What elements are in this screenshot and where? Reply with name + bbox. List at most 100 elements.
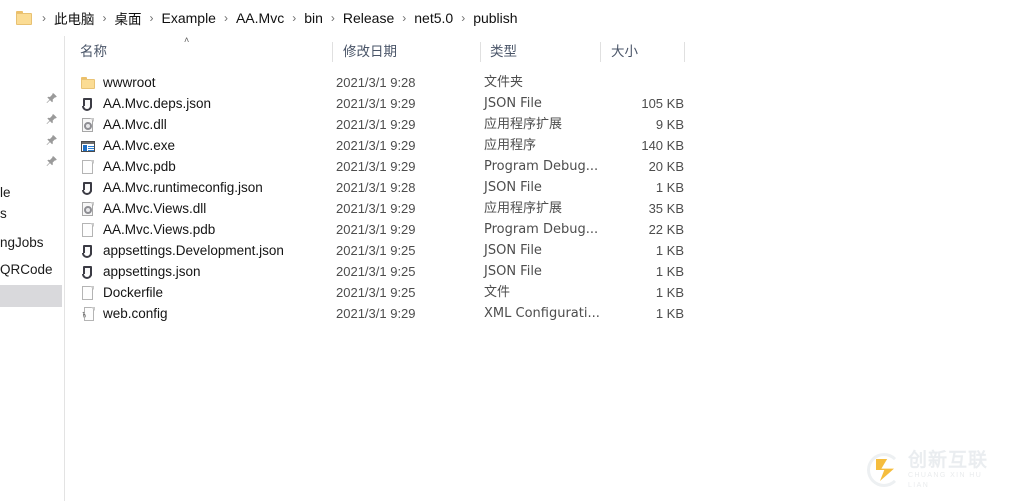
file-list: wwwroot 2021/3/1 9:28 文件夹 AA.Mvc.deps.js… <box>66 72 1015 324</box>
breadcrumb-separator: › <box>292 11 297 25</box>
watermark-logo: 创新互联 CHUANG XIN HU LIAN <box>867 449 1003 491</box>
sidebar-pinned-item[interactable] <box>0 109 64 130</box>
json-file-icon <box>80 96 96 112</box>
file-row[interactable]: AA.Mvc.Views.dll 2021/3/1 9:29 应用程序扩展 35… <box>66 198 1015 219</box>
file-row[interactable]: AA.Mvc.dll 2021/3/1 9:29 应用程序扩展 9 KB <box>66 114 1015 135</box>
file-name-cell[interactable]: AA.Mvc.Views.dll <box>80 198 206 219</box>
file-row[interactable]: AA.Mvc.runtimeconfig.json 2021/3/1 9:28 … <box>66 177 1015 198</box>
column-header-row: ˄ 名称 修改日期 类型 大小 <box>66 36 1015 68</box>
file-row[interactable]: AA.Mvc.Views.pdb 2021/3/1 9:29 Program D… <box>66 219 1015 240</box>
file-date-cell: 2021/3/1 9:29 <box>336 306 416 321</box>
file-size-cell: 140 KB <box>641 138 684 153</box>
json-file-icon <box>80 264 96 280</box>
file-name-label: appsettings.Development.json <box>103 243 284 258</box>
file-name-label: AA.Mvc.Views.pdb <box>103 222 216 237</box>
column-divider[interactable] <box>600 42 601 62</box>
file-size-cell: 1 KB <box>655 243 684 258</box>
file-type-cell: JSON File <box>484 243 542 258</box>
sidebar-pinned-item[interactable] <box>0 151 64 172</box>
file-name-cell[interactable]: AA.Mvc.dll <box>80 114 167 135</box>
file-size-cell: 1 KB <box>655 306 684 321</box>
breadcrumb-bar[interactable]: › 此电脑 › 桌面 › Example › AA.Mvc › bin › Re… <box>0 0 1015 36</box>
sidebar-item-clipped-4[interactable]: QRCode <box>0 259 64 280</box>
file-row[interactable]: Dockerfile 2021/3/1 9:25 文件 1 KB <box>66 282 1015 303</box>
file-date-cell: 2021/3/1 9:29 <box>336 117 416 132</box>
file-name-cell[interactable]: wwwroot <box>80 72 156 93</box>
file-type-cell: 应用程序 <box>484 138 537 153</box>
file-size-cell: 1 KB <box>655 285 684 300</box>
breadcrumb-item-this-pc[interactable]: 此电脑 <box>53 6 96 30</box>
folder-icon <box>80 75 96 91</box>
file-row[interactable]: AA.Mvc.pdb 2021/3/1 9:29 Program Debug..… <box>66 156 1015 177</box>
column-divider[interactable] <box>684 42 685 62</box>
file-name-label: AA.Mvc.dll <box>103 117 167 132</box>
file-size-cell: 20 KB <box>648 159 684 174</box>
watermark-title: 创新互联 <box>908 448 989 471</box>
breadcrumb-item-bin[interactable]: bin <box>303 8 324 28</box>
column-header-date-modified[interactable]: 修改日期 <box>343 36 397 68</box>
pin-icon <box>45 113 58 126</box>
file-row[interactable]: appsettings.Development.json 2021/3/1 9:… <box>66 240 1015 261</box>
file-name-cell[interactable]: appsettings.Development.json <box>80 240 284 261</box>
file-name-cell[interactable]: AA.Mvc.Views.pdb <box>80 219 215 240</box>
pin-icon <box>45 155 58 168</box>
sidebar-pinned-item[interactable] <box>0 130 64 151</box>
file-row[interactable]: wwwroot 2021/3/1 9:28 文件夹 <box>66 72 1015 93</box>
pin-icon <box>45 92 58 105</box>
file-name-label: AA.Mvc.deps.json <box>103 96 212 111</box>
watermark-text: 创新互联 CHUANG XIN HU LIAN <box>908 448 1003 491</box>
breadcrumb-separator: › <box>461 11 466 25</box>
file-size-cell: 105 KB <box>641 96 684 111</box>
file-size-cell: 35 KB <box>648 201 684 216</box>
column-header-name[interactable]: 名称 <box>80 36 107 68</box>
navigation-pane[interactable]: le s ngJobs QRCode <box>0 36 65 501</box>
json-file-icon <box>80 180 96 196</box>
file-date-cell: 2021/3/1 9:29 <box>336 222 416 237</box>
breadcrumb-item-publish[interactable]: publish <box>472 8 518 28</box>
file-name-label: AA.Mvc.exe <box>103 138 176 153</box>
breadcrumb-item-desktop[interactable]: 桌面 <box>114 6 143 30</box>
breadcrumb-item-release[interactable]: Release <box>342 8 395 28</box>
file-row[interactable]: appsettings.json 2021/3/1 9:25 JSON File… <box>66 261 1015 282</box>
column-divider[interactable] <box>480 42 481 62</box>
file-row[interactable]: AA.Mvc.exe 2021/3/1 9:29 应用程序 140 KB <box>66 135 1015 156</box>
file-type-cell: XML Configurati... <box>484 306 600 321</box>
file-size-cell <box>604 72 684 93</box>
breadcrumb-separator: › <box>223 11 228 25</box>
pin-icon <box>45 134 58 147</box>
sidebar-item-clipped-3[interactable]: ngJobs <box>0 232 64 253</box>
file-name-cell[interactable]: AA.Mvc.runtimeconfig.json <box>80 177 263 198</box>
breadcrumb-item-aa-mvc[interactable]: AA.Mvc <box>235 8 285 28</box>
file-date-cell: 2021/3/1 9:28 <box>336 75 416 90</box>
sidebar-item-clipped-1[interactable]: le <box>0 182 64 203</box>
sidebar-item-clipped-2[interactable]: s <box>0 203 64 224</box>
file-date-cell: 2021/3/1 9:28 <box>336 180 416 195</box>
file-name-cell[interactable]: AA.Mvc.exe <box>80 135 175 156</box>
file-name-label: AA.Mvc.runtimeconfig.json <box>103 180 263 195</box>
sidebar-item-label: le <box>0 185 11 200</box>
column-header-size[interactable]: 大小 <box>611 36 638 68</box>
file-date-cell: 2021/3/1 9:25 <box>336 264 416 279</box>
file-list-pane: ˄ 名称 修改日期 类型 大小 wwwroot 2021/3/1 9:28 文件… <box>66 36 1015 501</box>
file-row[interactable]: ♄ web.config 2021/3/1 9:29 XML Configura… <box>66 303 1015 324</box>
file-name-cell[interactable]: appsettings.json <box>80 261 201 282</box>
breadcrumb-item-example[interactable]: Example <box>161 8 217 28</box>
file-date-cell: 2021/3/1 9:29 <box>336 96 416 111</box>
executable-file-icon <box>80 138 96 154</box>
file-name-label: wwwroot <box>103 75 156 90</box>
column-header-type[interactable]: 类型 <box>490 36 517 68</box>
file-name-cell[interactable]: ♄ web.config <box>80 303 168 324</box>
file-date-cell: 2021/3/1 9:29 <box>336 138 416 153</box>
file-row[interactable]: AA.Mvc.deps.json 2021/3/1 9:29 JSON File… <box>66 93 1015 114</box>
file-name-cell[interactable]: AA.Mvc.pdb <box>80 156 176 177</box>
file-type-cell: 应用程序扩展 <box>484 117 563 132</box>
sidebar-item-label: s <box>0 206 7 221</box>
sidebar-pinned-item[interactable] <box>0 88 64 109</box>
column-divider[interactable] <box>332 42 333 62</box>
file-name-cell[interactable]: AA.Mvc.deps.json <box>80 93 211 114</box>
file-name-cell[interactable]: Dockerfile <box>80 282 163 303</box>
file-date-cell: 2021/3/1 9:29 <box>336 159 416 174</box>
sidebar-selected-row[interactable] <box>0 285 62 307</box>
breadcrumb-item-net50[interactable]: net5.0 <box>413 8 454 28</box>
file-date-cell: 2021/3/1 9:25 <box>336 243 416 258</box>
